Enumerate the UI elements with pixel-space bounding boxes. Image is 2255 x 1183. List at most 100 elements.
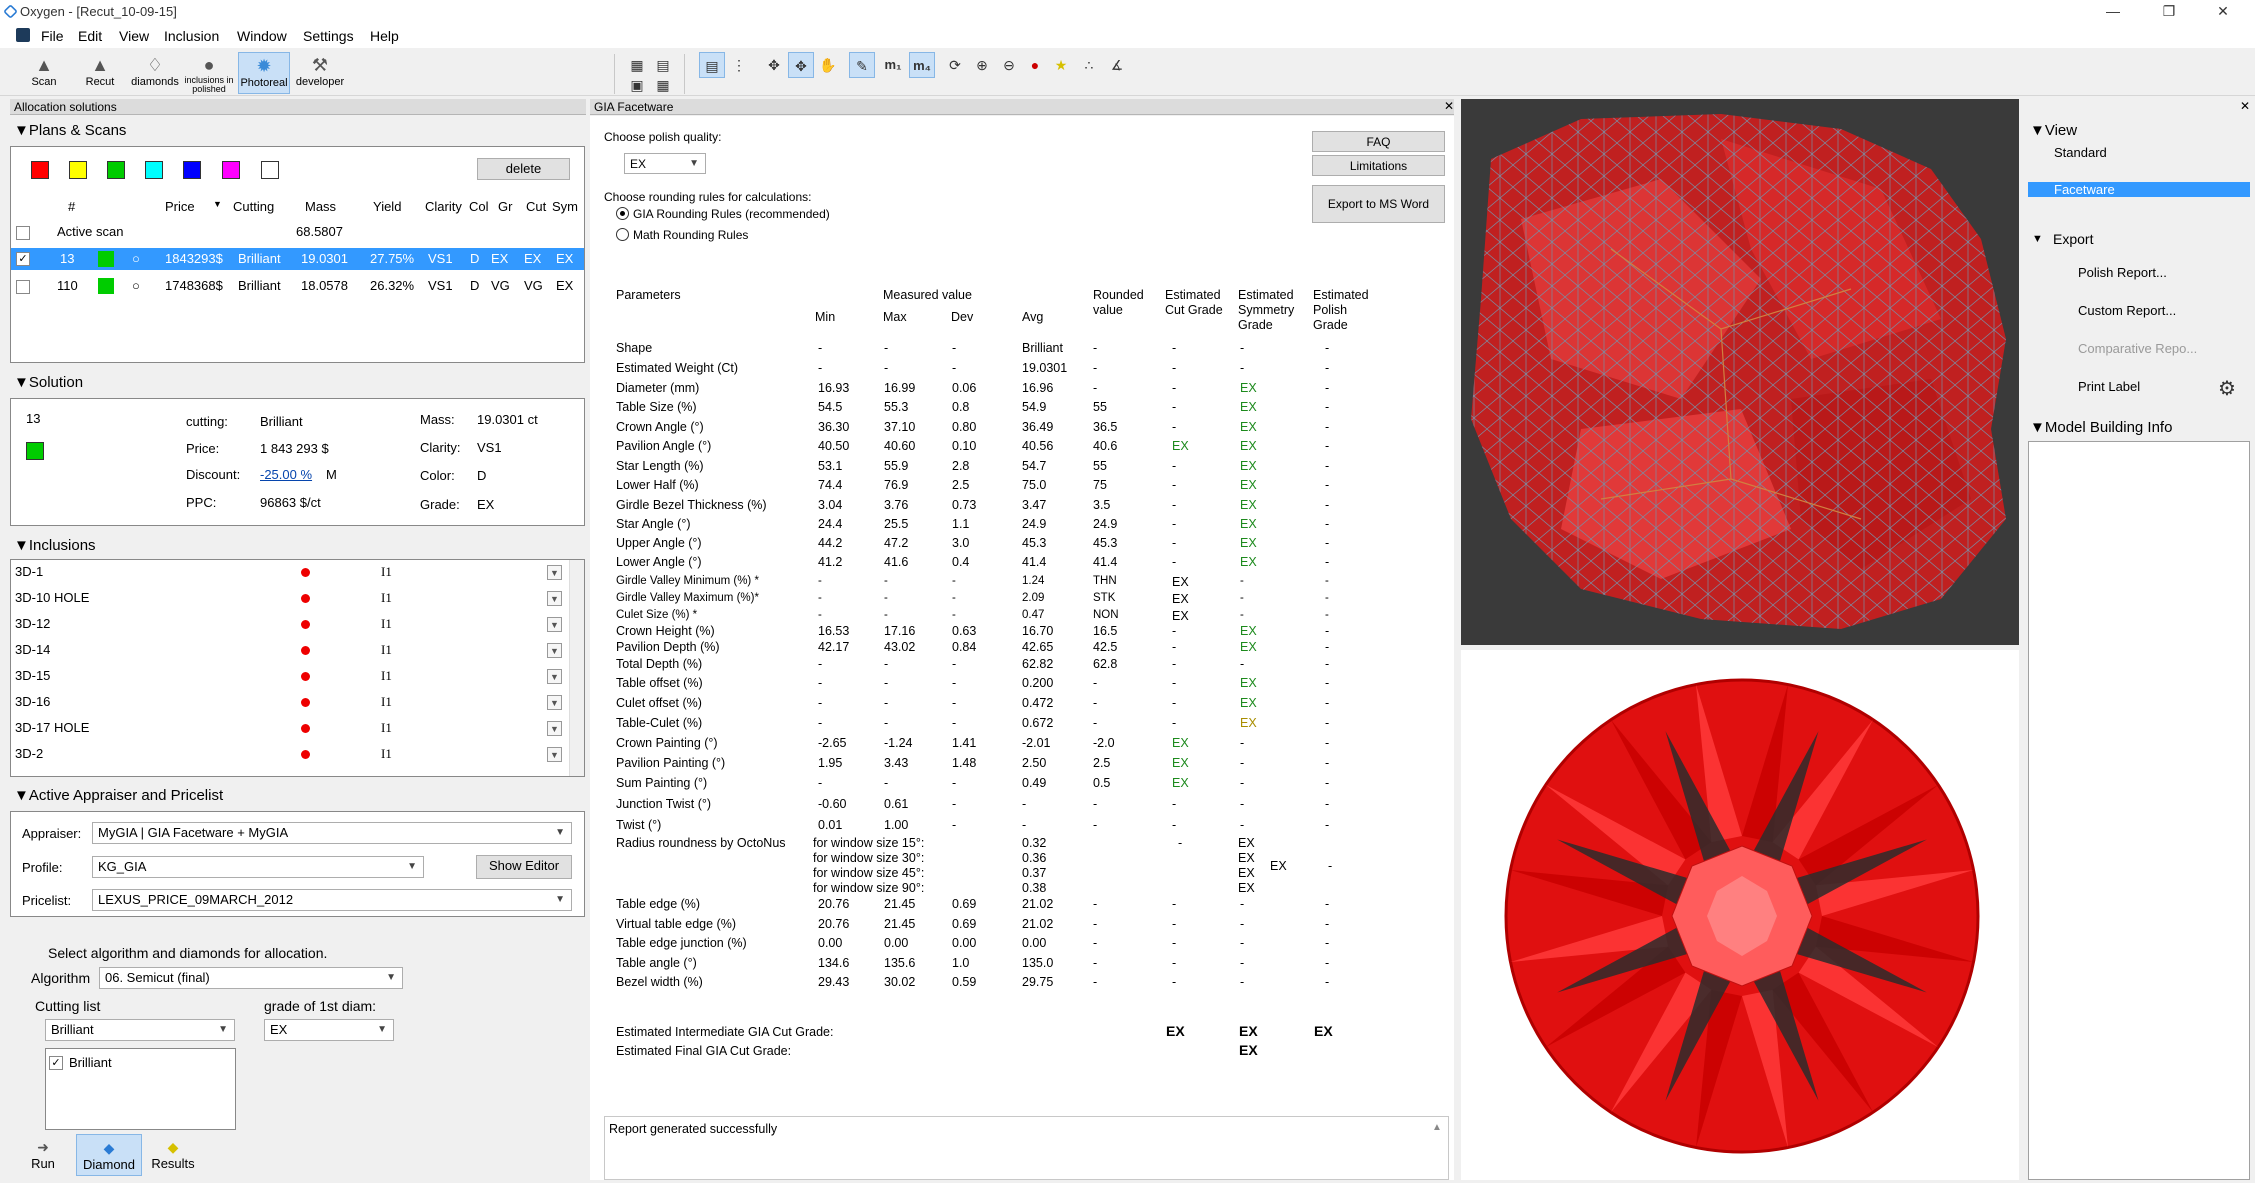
inclusion-name[interactable]: 3D-17 HOLE	[15, 720, 89, 735]
m1-icon[interactable]: m₁	[880, 52, 906, 78]
view-section-header[interactable]: ▼View	[2030, 122, 2077, 140]
scan-button[interactable]: ▲ Scan	[22, 52, 66, 94]
appraiser-header[interactable]: ▼Active Appraiser and Pricelist	[14, 787, 223, 805]
inclusion-dropdown-icon[interactable]: ▼	[547, 591, 562, 606]
inclusion-dropdown-icon[interactable]: ▼	[547, 695, 562, 710]
export-section-header[interactable]: Export	[2053, 231, 2093, 247]
solution-header[interactable]: ▼Solution	[14, 374, 83, 392]
diamond-tab[interactable]: ◆ Diamond	[76, 1134, 142, 1176]
polish-report-item[interactable]: Polish Report...	[2028, 256, 2250, 292]
discount-link[interactable]: -25.00 %	[260, 467, 312, 482]
model-building-header[interactable]: ▼Model Building Info	[2030, 419, 2172, 437]
inclusion-dropdown-icon[interactable]: ▼	[547, 669, 562, 684]
pan-icon[interactable]: ✥	[788, 52, 814, 78]
minimize-icon[interactable]: —	[2090, 0, 2136, 24]
col-cut[interactable]: Cut	[526, 199, 546, 214]
gear-icon[interactable]: ⚙	[2218, 376, 2236, 401]
algorithm-select[interactable]: 06. Semicut (final) ▼	[99, 967, 403, 989]
restore-icon[interactable]: ❐	[2146, 0, 2192, 24]
active-scan-checkbox[interactable]	[16, 226, 30, 240]
row-checkbox[interactable]	[16, 280, 30, 294]
move-icon[interactable]: ✥	[761, 52, 787, 78]
standard-view-item[interactable]: Standard	[2028, 145, 2250, 160]
swatch-green[interactable]	[107, 161, 125, 179]
export-chevron-icon[interactable]: ▼	[2032, 233, 2043, 245]
view-mode-icon[interactable]: ▤	[699, 52, 725, 78]
run-tab[interactable]: ➜ Run	[22, 1134, 64, 1176]
polish-select[interactable]: EX ▼	[624, 153, 706, 174]
grade-1st-select[interactable]: EX ▼	[264, 1019, 394, 1041]
points-icon[interactable]: ∴	[1076, 52, 1102, 78]
comparative-report-item[interactable]: Comparative Repo...	[2028, 332, 2250, 368]
select-icon[interactable]: ✎	[849, 52, 875, 78]
swatch-red[interactable]	[31, 161, 49, 179]
inclusions-button[interactable]: ● inclusions in polished	[184, 52, 234, 94]
show-editor-button[interactable]: Show Editor	[476, 855, 572, 879]
faq-button[interactable]: FAQ	[1312, 131, 1445, 152]
appraiser-select[interactable]: MyGIA | GIA Facetware + MyGIA ▼	[92, 822, 572, 844]
scroll-up-icon[interactable]: ▲	[1432, 1122, 1442, 1133]
custom-report-item[interactable]: Custom Report...	[2028, 294, 2250, 330]
inclusion-name[interactable]: 3D-16	[15, 694, 50, 709]
inclusion-name[interactable]: 3D-12	[15, 616, 50, 631]
col-mass[interactable]: Mass	[305, 199, 336, 214]
inclusion-name[interactable]: 3D-14	[15, 642, 50, 657]
cutting-list-select[interactable]: Brilliant ▼	[45, 1019, 235, 1041]
inclusion-name[interactable]: 3D-1	[15, 564, 43, 579]
inclusion-name[interactable]: 3D-10 HOLE	[15, 590, 89, 605]
swatch-white[interactable]	[261, 161, 279, 179]
radio-math[interactable]	[616, 228, 629, 241]
menu-edit[interactable]: Edit	[78, 28, 102, 44]
developer-button[interactable]: ⚒ developer	[294, 52, 346, 94]
row-checkbox[interactable]: ✓	[16, 252, 30, 266]
more-icon[interactable]: ⋮	[726, 52, 752, 78]
close-icon[interactable]: ✕	[2200, 0, 2246, 24]
brilliant-checkbox[interactable]: ✓	[49, 1056, 63, 1070]
rotate-icon[interactable]: ⟳	[942, 52, 968, 78]
menu-view[interactable]: View	[119, 28, 149, 44]
inclusion-name[interactable]: 3D-15	[15, 668, 50, 683]
gia-close-icon[interactable]: ✕	[1444, 99, 1454, 113]
col-yield[interactable]: Yield	[373, 199, 401, 214]
radio-gia[interactable]	[616, 207, 629, 220]
plans-header[interactable]: ▼Plans & Scans	[14, 122, 126, 140]
inclusion-dropdown-icon[interactable]: ▼	[547, 617, 562, 632]
photoreal-button[interactable]: ✹ Photoreal	[238, 52, 290, 94]
zoom-in-icon[interactable]: ⊕	[969, 52, 995, 78]
rough-3d-view[interactable]	[1461, 99, 2019, 645]
swatch-cyan[interactable]	[145, 161, 163, 179]
col-cutting[interactable]: Cutting	[233, 199, 274, 214]
inclusions-header[interactable]: ▼Inclusions	[14, 537, 96, 555]
results-tab[interactable]: ◆ Results	[146, 1134, 200, 1176]
pricelist-select[interactable]: LEXUS_PRICE_09MARCH_2012 ▼	[92, 889, 572, 911]
inclusions-scrollbar[interactable]	[569, 560, 584, 776]
col-clarity[interactable]: Clarity	[425, 199, 462, 214]
col-gr[interactable]: Gr	[498, 199, 512, 214]
swatch-yellow[interactable]	[69, 161, 87, 179]
m4-icon[interactable]: m₄	[909, 52, 935, 78]
menu-inclusion[interactable]: Inclusion	[164, 28, 219, 44]
facetware-view-item[interactable]: Facetware	[2028, 182, 2250, 197]
inclusion-dropdown-icon[interactable]: ▼	[547, 721, 562, 736]
right-close-icon[interactable]: ✕	[2240, 99, 2250, 113]
inclusion-name[interactable]: 3D-2	[15, 746, 43, 761]
export-word-button[interactable]: Export to MS Word	[1312, 185, 1445, 223]
print-label-item[interactable]: Print Label	[2028, 370, 2250, 406]
diamonds-button[interactable]: ♢ diamonds	[128, 52, 182, 94]
zoom-out-icon[interactable]: ⊖	[996, 52, 1022, 78]
col-price[interactable]: Price	[165, 199, 195, 214]
profile-select[interactable]: KG_GIA ▼	[92, 856, 424, 878]
light-icon[interactable]: ★	[1048, 52, 1074, 78]
menu-help[interactable]: Help	[370, 28, 399, 44]
menu-settings[interactable]: Settings	[303, 28, 354, 44]
inclusion-dropdown-icon[interactable]: ▼	[547, 643, 562, 658]
swatch-magenta[interactable]	[222, 161, 240, 179]
color-icon[interactable]: ●	[1022, 52, 1048, 78]
menu-window[interactable]: Window	[237, 28, 287, 44]
menu-file[interactable]: File	[41, 28, 64, 44]
hand-icon[interactable]: ✋	[815, 52, 841, 78]
col-num[interactable]: #	[68, 199, 75, 214]
measure-icon[interactable]: ∡	[1104, 52, 1130, 78]
inclusion-dropdown-icon[interactable]: ▼	[547, 565, 562, 580]
recut-button[interactable]: ▲ Recut	[78, 52, 122, 94]
